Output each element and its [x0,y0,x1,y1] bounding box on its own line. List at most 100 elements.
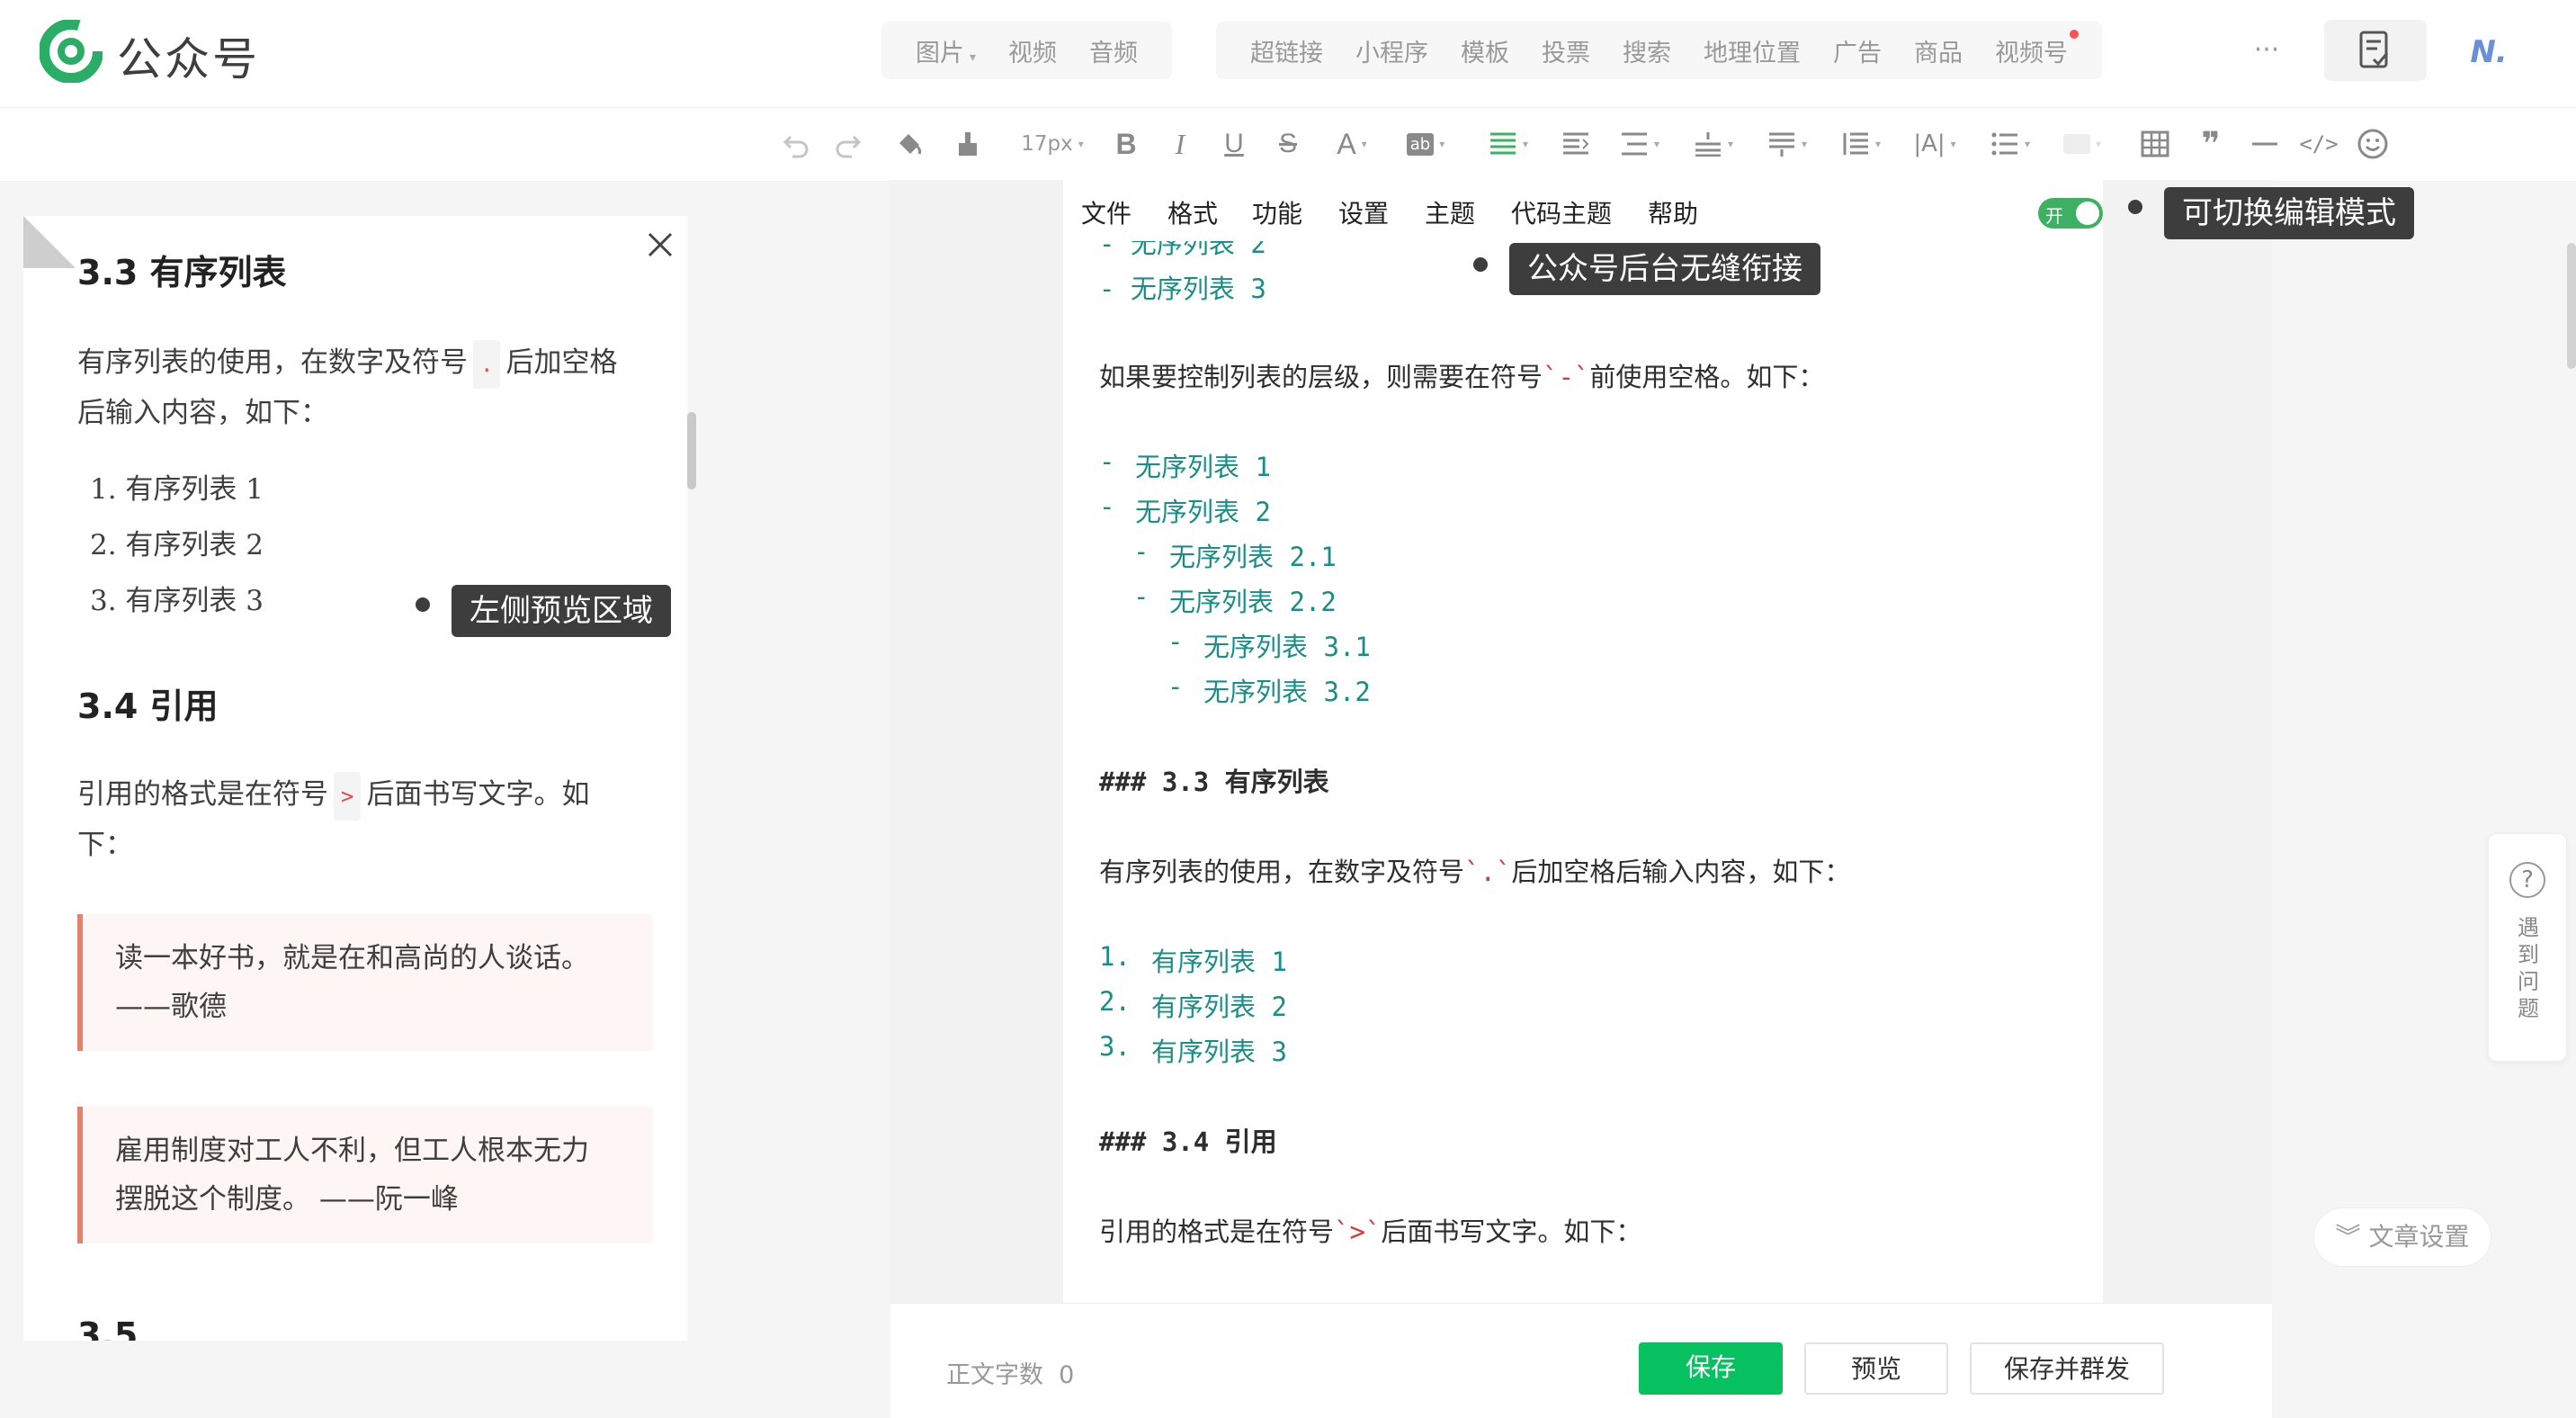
tooltip-dot [2128,200,2142,214]
code-heading: ### 3.3 有序列表 [1099,767,1329,797]
menu-theme[interactable]: 主题 [1425,194,1475,230]
new-badge [2070,29,2079,39]
code-line: 1. [1099,941,1147,972]
line-spacing-bottom-icon[interactable]: ▾ [1759,122,1815,166]
strikethrough-icon[interactable]: S [1270,122,1306,166]
clear-format-icon[interactable] [946,122,988,166]
background-color-icon[interactable]: ▾ [2054,122,2110,166]
line-spacing-top-icon[interactable]: ▾ [1686,122,1741,166]
save-button[interactable]: 保存 [1639,1342,1783,1395]
help-text[interactable]: 遇到问题 [2515,914,2542,1022]
preview-list-item: 2. 有序列表 2 [90,529,264,561]
article-settings-button[interactable]: ︾ 文章设置 [2313,1207,2491,1267]
wechat-mp-logo-icon [40,20,103,83]
preview-paragraph: 有序列表的使用，在数字及符号. 后加空格 后输入内容，如下： [77,338,662,437]
code-line: - [1133,581,1165,612]
editor-menu-bar: 文件 格式 功能 设置 主题 代码主题 帮助 [1063,184,2103,241]
toggle-knob [2076,202,2099,225]
code-line: - [1099,491,1131,522]
menu-vote[interactable]: 投票 [1525,33,1606,68]
menu-code-theme[interactable]: 代码主题 [1511,194,1612,230]
menu-template[interactable]: 模板 [1445,33,1525,68]
edit-mode-toggle[interactable]: 开 [2038,198,2103,229]
menu-function[interactable]: 功能 [1252,194,1302,230]
chevron-double-down-icon: ︾ [2335,1222,2361,1252]
menu-video[interactable]: 视频 [992,33,1073,68]
code-line: 2. [1099,986,1147,1017]
italic-icon[interactable]: I [1162,122,1198,166]
document-icon [2359,31,2389,68]
menu-miniprogram[interactable]: 小程序 [1339,33,1445,68]
code-line: - [1099,446,1131,477]
page-scrollbar[interactable] [2567,243,2576,369]
code-line: - [1167,671,1199,702]
emoji-icon[interactable] [2353,122,2393,166]
format-painter-icon[interactable] [889,122,930,166]
menu-image[interactable]: 图片 ▾ [899,33,992,68]
highlight-icon[interactable]: ab ▾ [1398,122,1453,166]
bold-icon[interactable]: B [1108,122,1144,166]
preview-paragraph: 引用的格式是在符号 > 后面书写文字。如 下： [77,770,662,869]
font-color-icon[interactable]: A ▾ [1324,122,1380,166]
font-size-select[interactable]: 17px ▾ [1015,122,1090,166]
menu-hyperlink[interactable]: 超链接 [1234,33,1339,68]
menu-file[interactable]: 文件 [1081,194,1131,230]
code-line: 有序列表 3 [1151,1037,1287,1067]
tooltip-edit-mode: 可切换编辑模式 [2164,187,2414,239]
code-line: 有序列表 2 [1151,992,1287,1022]
more-icon[interactable]: ··· [2240,22,2294,79]
doc-list-button[interactable] [2324,20,2427,81]
toggle-label: 开 [2045,205,2063,227]
menu-format[interactable]: 格式 [1167,194,1218,230]
tooltip-seamless: 公众号后台无缝衔接 [1509,243,1820,295]
code-line: 无序列表 3.1 [1203,632,1371,662]
preview-list-item: 1. 有序列表 1 [90,473,264,506]
code-line: 引用的格式是在符号`>`后面书写文字。如下： [1099,1216,1642,1247]
code-line: - [1167,626,1199,657]
line-height-icon[interactable]: ▾ [1833,122,1889,166]
preview-heading-3-3: 3.3 有序列表 [77,253,287,292]
paragraph-spacing-icon[interactable]: ▾ [1612,122,1668,166]
preview-button[interactable]: 预览 [1804,1342,1948,1395]
align-icon[interactable]: ▾ [1480,122,1536,166]
code-icon[interactable]: </> [2299,122,2339,166]
preview-heading-3-4: 3.4 引用 [77,687,219,726]
menu-channels[interactable]: 视频号 [1979,29,2084,68]
avatar[interactable]: N. [2448,27,2529,77]
list-icon[interactable]: ▾ [1982,122,2038,166]
letter-spacing-icon[interactable]: |A| ▾ [1907,122,1963,166]
preview-panel: 3.3 有序列表 有序列表的使用，在数字及符号. 后加空格 后输入内容，如下： 1.… [23,216,687,1341]
preview-heading-cut: 3.5 [77,1315,139,1341]
tooltip-dot [1473,257,1488,272]
menu-ad[interactable]: 广告 [1817,33,1898,68]
question-icon[interactable]: ? [2509,862,2545,898]
code-line: 有序列表 1 [1151,947,1287,977]
menu-help[interactable]: 帮助 [1648,194,1698,230]
preview-scrollbar[interactable] [687,412,696,489]
indent-icon[interactable] [1556,122,1596,166]
underline-icon[interactable]: U [1216,122,1252,166]
menu-location[interactable]: 地理位置 [1687,33,1817,68]
code-line: 无序列表 1 [1135,452,1271,482]
preview-blockquote: 读一本好书，就是在和高尚的人谈话。 ——歌德 [77,914,653,1051]
tooltip-preview: 左侧预览区域 [452,585,671,637]
table-icon[interactable] [2135,122,2175,166]
markdown-editor[interactable]: - 无序列表 2 - 无序列表 3 如果要控制列表的层级，则需要在符号`-`前使… [1063,180,2103,1305]
brand-title: 公众号 [117,33,260,85]
code-line: 无序列表 2.1 [1169,542,1337,572]
code-line: - [1133,536,1165,567]
divider-icon[interactable] [2245,122,2285,166]
undo-icon[interactable] [775,122,817,166]
menu-product[interactable]: 商品 [1898,33,1979,68]
preview-list-item: 3. 有序列表 3 [90,585,264,617]
media-menu: 图片 ▾ 视频 音频 [881,22,1173,79]
menu-settings[interactable]: 设置 [1338,194,1389,230]
code-line: 有序列表的使用，在数字及符号`.`后加空格后输入内容，如下： [1099,857,1851,887]
redo-icon[interactable] [827,122,869,166]
code-line: 无序列表 2 [1135,497,1271,527]
publish-button[interactable]: 保存并群发 [1970,1342,2164,1395]
quote-icon[interactable]: ❞ [2191,122,2231,166]
menu-search[interactable]: 搜索 [1606,33,1687,68]
menu-audio[interactable]: 音频 [1073,33,1154,68]
close-icon[interactable] [640,225,680,265]
